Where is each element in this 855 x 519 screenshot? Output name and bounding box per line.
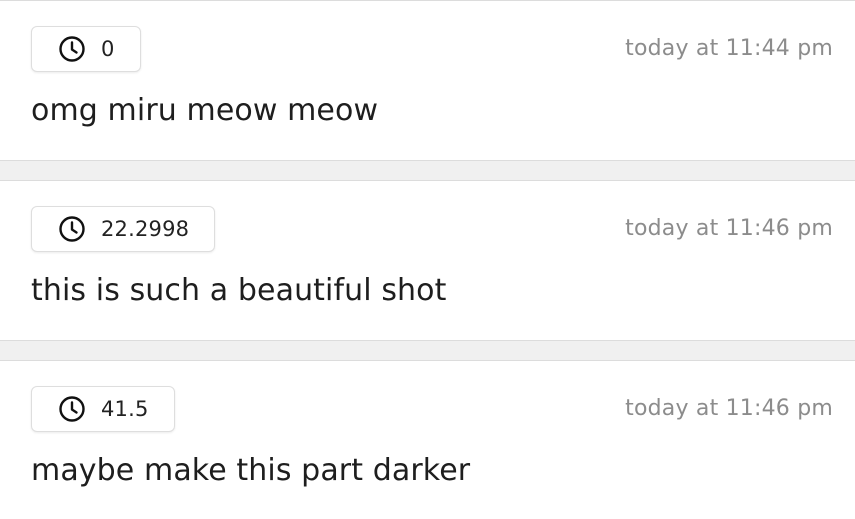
clock-icon xyxy=(58,395,86,423)
comment-text: this is such a beautiful shot xyxy=(31,273,447,308)
timecode-value: 0 xyxy=(101,37,115,61)
timecode-button[interactable]: 22.2998 xyxy=(31,206,216,252)
comment-text: omg miru meow meow xyxy=(31,93,379,128)
comment-card: 22.2998 today at 11:46 pm this is such a… xyxy=(0,180,855,341)
comment-text: maybe make this part darker xyxy=(31,453,471,488)
comment-card: 0 today at 11:44 pm omg miru meow meow xyxy=(0,0,855,161)
clock-icon xyxy=(58,35,86,63)
timecode-button[interactable]: 41.5 xyxy=(31,386,175,432)
comment-timestamp: today at 11:46 pm xyxy=(625,396,833,421)
timecode-value: 41.5 xyxy=(101,397,149,421)
timecode-button[interactable]: 0 xyxy=(31,26,141,72)
comment-timestamp: today at 11:46 pm xyxy=(625,216,833,241)
clock-icon xyxy=(58,215,86,243)
timecode-value: 22.2998 xyxy=(101,217,190,241)
comment-timestamp: today at 11:44 pm xyxy=(625,36,833,61)
comment-list: 0 today at 11:44 pm omg miru meow meow 2… xyxy=(0,0,855,519)
comment-card: 41.5 today at 11:46 pm maybe make this p… xyxy=(0,360,855,519)
